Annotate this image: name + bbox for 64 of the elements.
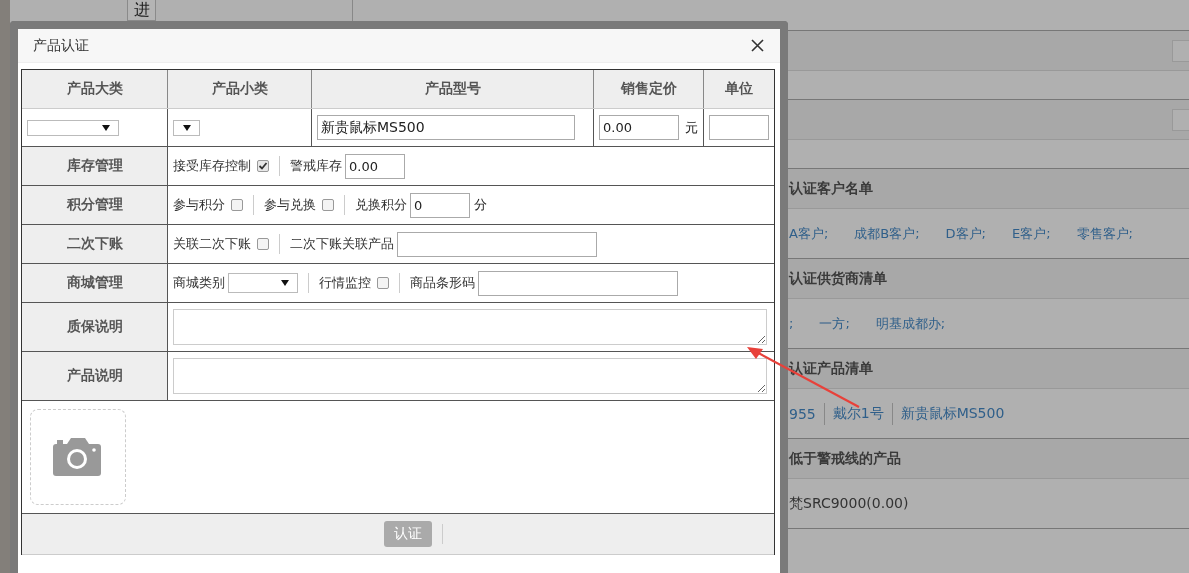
price-field[interactable]: 0.00: [599, 115, 679, 140]
field-label: 警戒库存: [290, 157, 342, 175]
option-label: 参与积分: [173, 196, 225, 214]
photo-upload[interactable]: [30, 409, 126, 505]
select-field[interactable]: [173, 119, 200, 136]
field-label: 兑换积分: [355, 196, 407, 214]
row-label: 库存管理: [22, 147, 168, 185]
row-label: 产品说明: [22, 352, 168, 400]
product-link[interactable]: 新贵鼠标MS500: [900, 404, 1005, 423]
list-link[interactable]: D客户;: [945, 224, 986, 243]
submit-button[interactable]: 认证: [383, 521, 432, 547]
select-field[interactable]: [228, 273, 298, 293]
section-title: 低于警戒线的产品: [789, 449, 901, 468]
checkbox[interactable]: [322, 199, 334, 211]
checkbox[interactable]: [257, 160, 269, 172]
product-text: 梵SRC9000(0.00): [789, 494, 909, 513]
section-title: 认证供货商清单: [789, 269, 887, 288]
list-link[interactable]: 成都B客户;: [854, 224, 920, 243]
field-label: 二次下账关联产品: [290, 235, 394, 253]
menu-label: 进: [133, 0, 150, 19]
list-link[interactable]: 零售客户;: [1076, 224, 1133, 243]
row-label: 积分管理: [22, 186, 168, 224]
checkbox[interactable]: [257, 238, 269, 250]
option-label: 接受库存控制: [173, 157, 251, 175]
input-field[interactable]: [397, 231, 597, 257]
option-label: 关联二次下账: [173, 235, 251, 253]
unit-label: 分: [474, 196, 487, 214]
caret-icon: [281, 280, 289, 286]
select-field[interactable]: [27, 119, 119, 136]
product-link[interactable]: 戴尔1号: [832, 404, 884, 423]
column-header: 销售定价: [594, 70, 704, 108]
model-field[interactable]: 新贵鼠标MS500: [317, 115, 575, 140]
column-header: 产品小类: [168, 70, 312, 108]
currency-label: 元: [685, 118, 698, 137]
row-label: 商城管理: [22, 264, 168, 302]
option-label: 行情监控: [319, 274, 371, 292]
row-label: 二次下账: [22, 225, 168, 263]
list-link[interactable]: 明基成都办;: [875, 314, 946, 333]
dialog-title: 产品认证: [33, 36, 89, 55]
section-title: 认证客户名单: [789, 179, 873, 198]
input-field[interactable]: 0.00: [345, 153, 405, 179]
text-area[interactable]: [173, 309, 767, 345]
input-field[interactable]: 0: [410, 192, 470, 218]
unit-field[interactable]: [709, 115, 769, 140]
column-header: 产品型号: [312, 70, 594, 108]
list-link[interactable]: 一方;: [819, 314, 850, 333]
column-header: 单位: [724, 79, 754, 98]
close-icon[interactable]: [751, 39, 764, 52]
input-field[interactable]: [478, 270, 678, 296]
list-link[interactable]: A客户;: [789, 224, 829, 243]
row-label: 质保说明: [22, 303, 168, 351]
caret-icon: [102, 124, 110, 131]
caret-icon: [183, 124, 191, 131]
field-label: 商品条形码: [410, 274, 475, 292]
column-header: 产品大类: [22, 70, 168, 108]
text-area[interactable]: [173, 358, 767, 394]
product-link[interactable]: 955: [789, 405, 816, 422]
camera-icon: [53, 438, 103, 476]
checkbox[interactable]: [377, 277, 389, 289]
checkbox[interactable]: [231, 199, 243, 211]
option-label: 参与兑换: [264, 196, 316, 214]
field-label: 商城类别: [173, 274, 225, 292]
list-link[interactable]: E客户;: [1012, 224, 1051, 243]
list-link[interactable]: ;: [789, 316, 794, 331]
